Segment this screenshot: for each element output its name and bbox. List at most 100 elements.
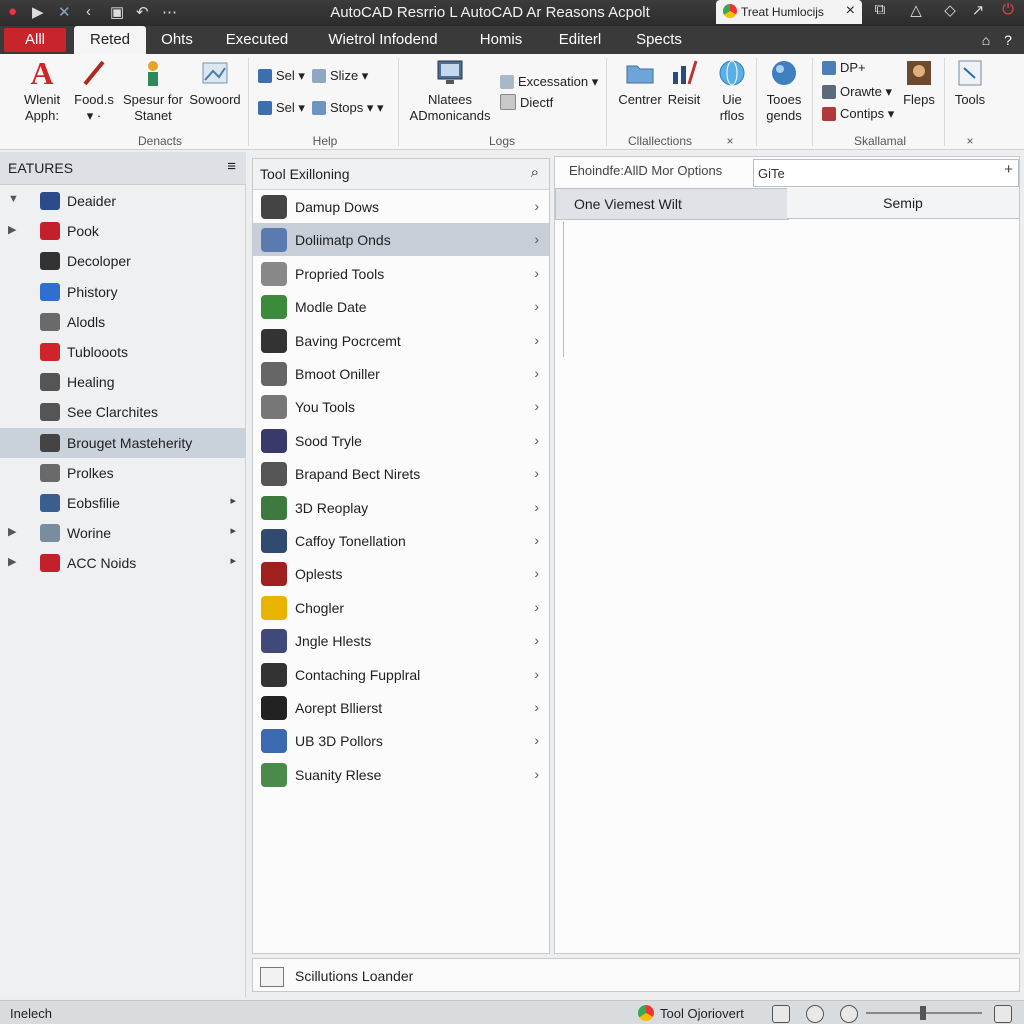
more-icon[interactable]: ⋯ [162,3,177,21]
back-arrow-icon[interactable]: ↗ [964,1,992,23]
tool-item-caffoy-tonellation[interactable]: Caffoy Tonellation › [253,524,549,557]
tooes-button[interactable]: Tooes gends [760,58,808,124]
tool-item-propried-tools[interactable]: Propried Tools › [253,257,549,290]
tools-icon[interactable]: ✕ [58,3,71,21]
tool-item-sood-tryle[interactable]: Sood Tryle › [253,424,549,457]
feature-item[interactable]: Eobsfilie ▸ [0,488,246,518]
undo-icon[interactable]: ↶ [136,3,149,21]
tool-item-baving-pocrcemt[interactable]: Baving Pocrcemt › [253,324,549,357]
tool-item-ub-3d-pollors[interactable]: UB 3D Pollors › [253,724,549,757]
feature-item[interactable]: ▶ Pook [0,216,246,246]
expand-caret-icon[interactable]: ▶ [8,555,16,568]
diectf-button[interactable]: Diectf [500,94,553,110]
clock-icon[interactable] [840,1005,858,1023]
chevron-right-icon: › [534,231,539,248]
sel-dropdown-2[interactable]: Sel ▾ [258,100,305,116]
feature-item[interactable]: Healing [0,367,246,397]
tab-executed[interactable]: Executed [216,26,298,54]
expand-caret-icon[interactable]: ▼ [8,193,19,205]
maximize-icon[interactable]: ◇ [936,1,964,23]
slize-dropdown[interactable]: Slize ▾ [312,68,368,84]
tab-one-viemest-wilt[interactable]: One Viemest Wilt [555,188,789,220]
application-menu-button[interactable]: Alll [4,28,66,52]
excessation-label: Excessation ▾ [518,74,599,89]
back-icon[interactable]: ‹ [86,3,91,20]
minimize-icon[interactable]: △ [902,1,930,23]
help-icon[interactable]: ? [998,26,1018,54]
list-icon[interactable] [772,1005,790,1023]
status-right-text[interactable]: Tool Ojoriovert [660,1006,744,1021]
tools-button[interactable]: Tools [950,58,990,108]
app-logo-icon[interactable]: ● [8,3,17,20]
user-icon[interactable]: ⌂ [976,26,996,54]
feature-item[interactable]: Alodls [0,307,246,337]
browser-tab[interactable]: Treat Humlocijs × [716,0,862,24]
tab-homis[interactable]: Homis [470,26,532,54]
sowoord-button[interactable]: Sowoord [186,58,244,108]
options-input[interactable] [753,159,1019,187]
search-icon[interactable]: ⌕ [531,164,539,181]
feature-item[interactable]: See Clarchites [0,397,246,427]
tool-label: Contaching Fupplral [295,666,421,683]
feature-item[interactable]: Decoloper [0,246,246,276]
centrer-button[interactable]: Centrer [614,58,666,108]
tool-item-chogler[interactable]: Chogler › [253,591,549,624]
tab-editerl[interactable]: Editerl [548,26,612,54]
spesur-button[interactable]: Spesur for Stanet [118,58,188,124]
close-tab-icon[interactable]: × [846,2,855,20]
reisit-button[interactable]: Reisit [666,58,702,108]
solutions-loader-bar[interactable]: Scillutions Loander [252,958,1020,992]
fleps-button[interactable]: Fleps [898,58,940,108]
menu-icon[interactable]: ≡ [227,158,236,175]
expand-caret-icon[interactable]: ▶ [8,223,16,236]
stops-dropdown[interactable]: Stops ▾ ▾ [312,100,384,116]
orawte-dropdown[interactable]: Orawte ▾ [822,84,892,100]
feature-item[interactable]: Phistory [0,277,246,307]
close-window-icon[interactable]: ⏻ [994,1,1022,23]
tab-reted[interactable]: Reted [74,26,146,54]
expand-caret-icon[interactable]: ▶ [8,525,16,538]
dp-button[interactable]: DP+ [822,60,866,75]
feature-item[interactable]: Brouget Masteherity [0,427,246,458]
excessation-dropdown[interactable]: Excessation ▾ [500,74,598,90]
feature-item[interactable]: Tublooots [0,337,246,367]
fullscreen-icon[interactable] [994,1005,1012,1023]
diectf-icon [500,94,516,110]
uie-button[interactable]: Uie rflos [712,58,752,124]
save-icon[interactable]: ▣ [110,3,124,21]
tool-item-oplests[interactable]: Oplests › [253,557,549,590]
tool-item-damup-dows[interactable]: Damup Dows › [253,190,549,223]
tool-item-you-tools[interactable]: You Tools › [253,390,549,423]
tool-item-aorept-bllierst[interactable]: Aorept Bllierst › [253,691,549,724]
settings-icon[interactable] [806,1005,824,1023]
tool-item-3d-reoplay[interactable]: 3D Reoplay › [253,491,549,524]
tool-item-jngle-hlests[interactable]: Jngle Hlests › [253,624,549,657]
nlatees-button[interactable]: Nlatees ADmonicands [404,58,496,124]
contips-dropdown[interactable]: Contips ▾ [822,106,894,122]
add-icon[interactable]: + [1004,161,1013,178]
tab-semip[interactable]: Semip [787,188,1019,219]
tool-item-brapand-bect-nirets[interactable]: Brapand Bect Nirets › [253,457,549,490]
tool-item-doliimatp-onds[interactable]: Doliimatp Onds › [253,223,549,257]
tool-item-modle-date[interactable]: Modle Date › [253,290,549,323]
collapse-panel-icon-2[interactable]: × [962,134,978,148]
tab-ohts[interactable]: Ohts [150,26,204,54]
submenu-arrow-icon: ▸ [230,495,236,507]
play-icon[interactable]: ▶ [32,3,44,21]
feature-item[interactable]: ▼ Deaider [0,186,246,216]
tool-item-contaching-fupplral[interactable]: Contaching Fupplral › [253,658,549,691]
tab-wietrol-infodend[interactable]: Wietrol Infodend [312,26,454,54]
feature-item[interactable]: ▶ ACC Noids ▸ [0,548,246,578]
sel-dropdown-1[interactable]: Sel ▾ [258,68,305,84]
wlenit-apph-button[interactable]: A Wlenit Apph: [16,57,68,124]
zoom-slider-knob[interactable] [920,1006,926,1020]
food-button[interactable]: Food.s ▾ · [70,58,118,124]
restore-icon[interactable]: ⧉ [866,1,894,23]
tool-item-suanity-rlese[interactable]: Suanity Rlese › [253,758,549,791]
ribbon-separator [606,58,607,146]
tab-spects[interactable]: Spects [628,26,690,54]
feature-item[interactable]: ▶ Worine ▸ [0,518,246,548]
tool-item-bmoot-oniller[interactable]: Bmoot Oniller › [253,357,549,390]
feature-item[interactable]: Prolkes [0,458,246,488]
collapse-panel-icon[interactable]: × [722,134,738,148]
